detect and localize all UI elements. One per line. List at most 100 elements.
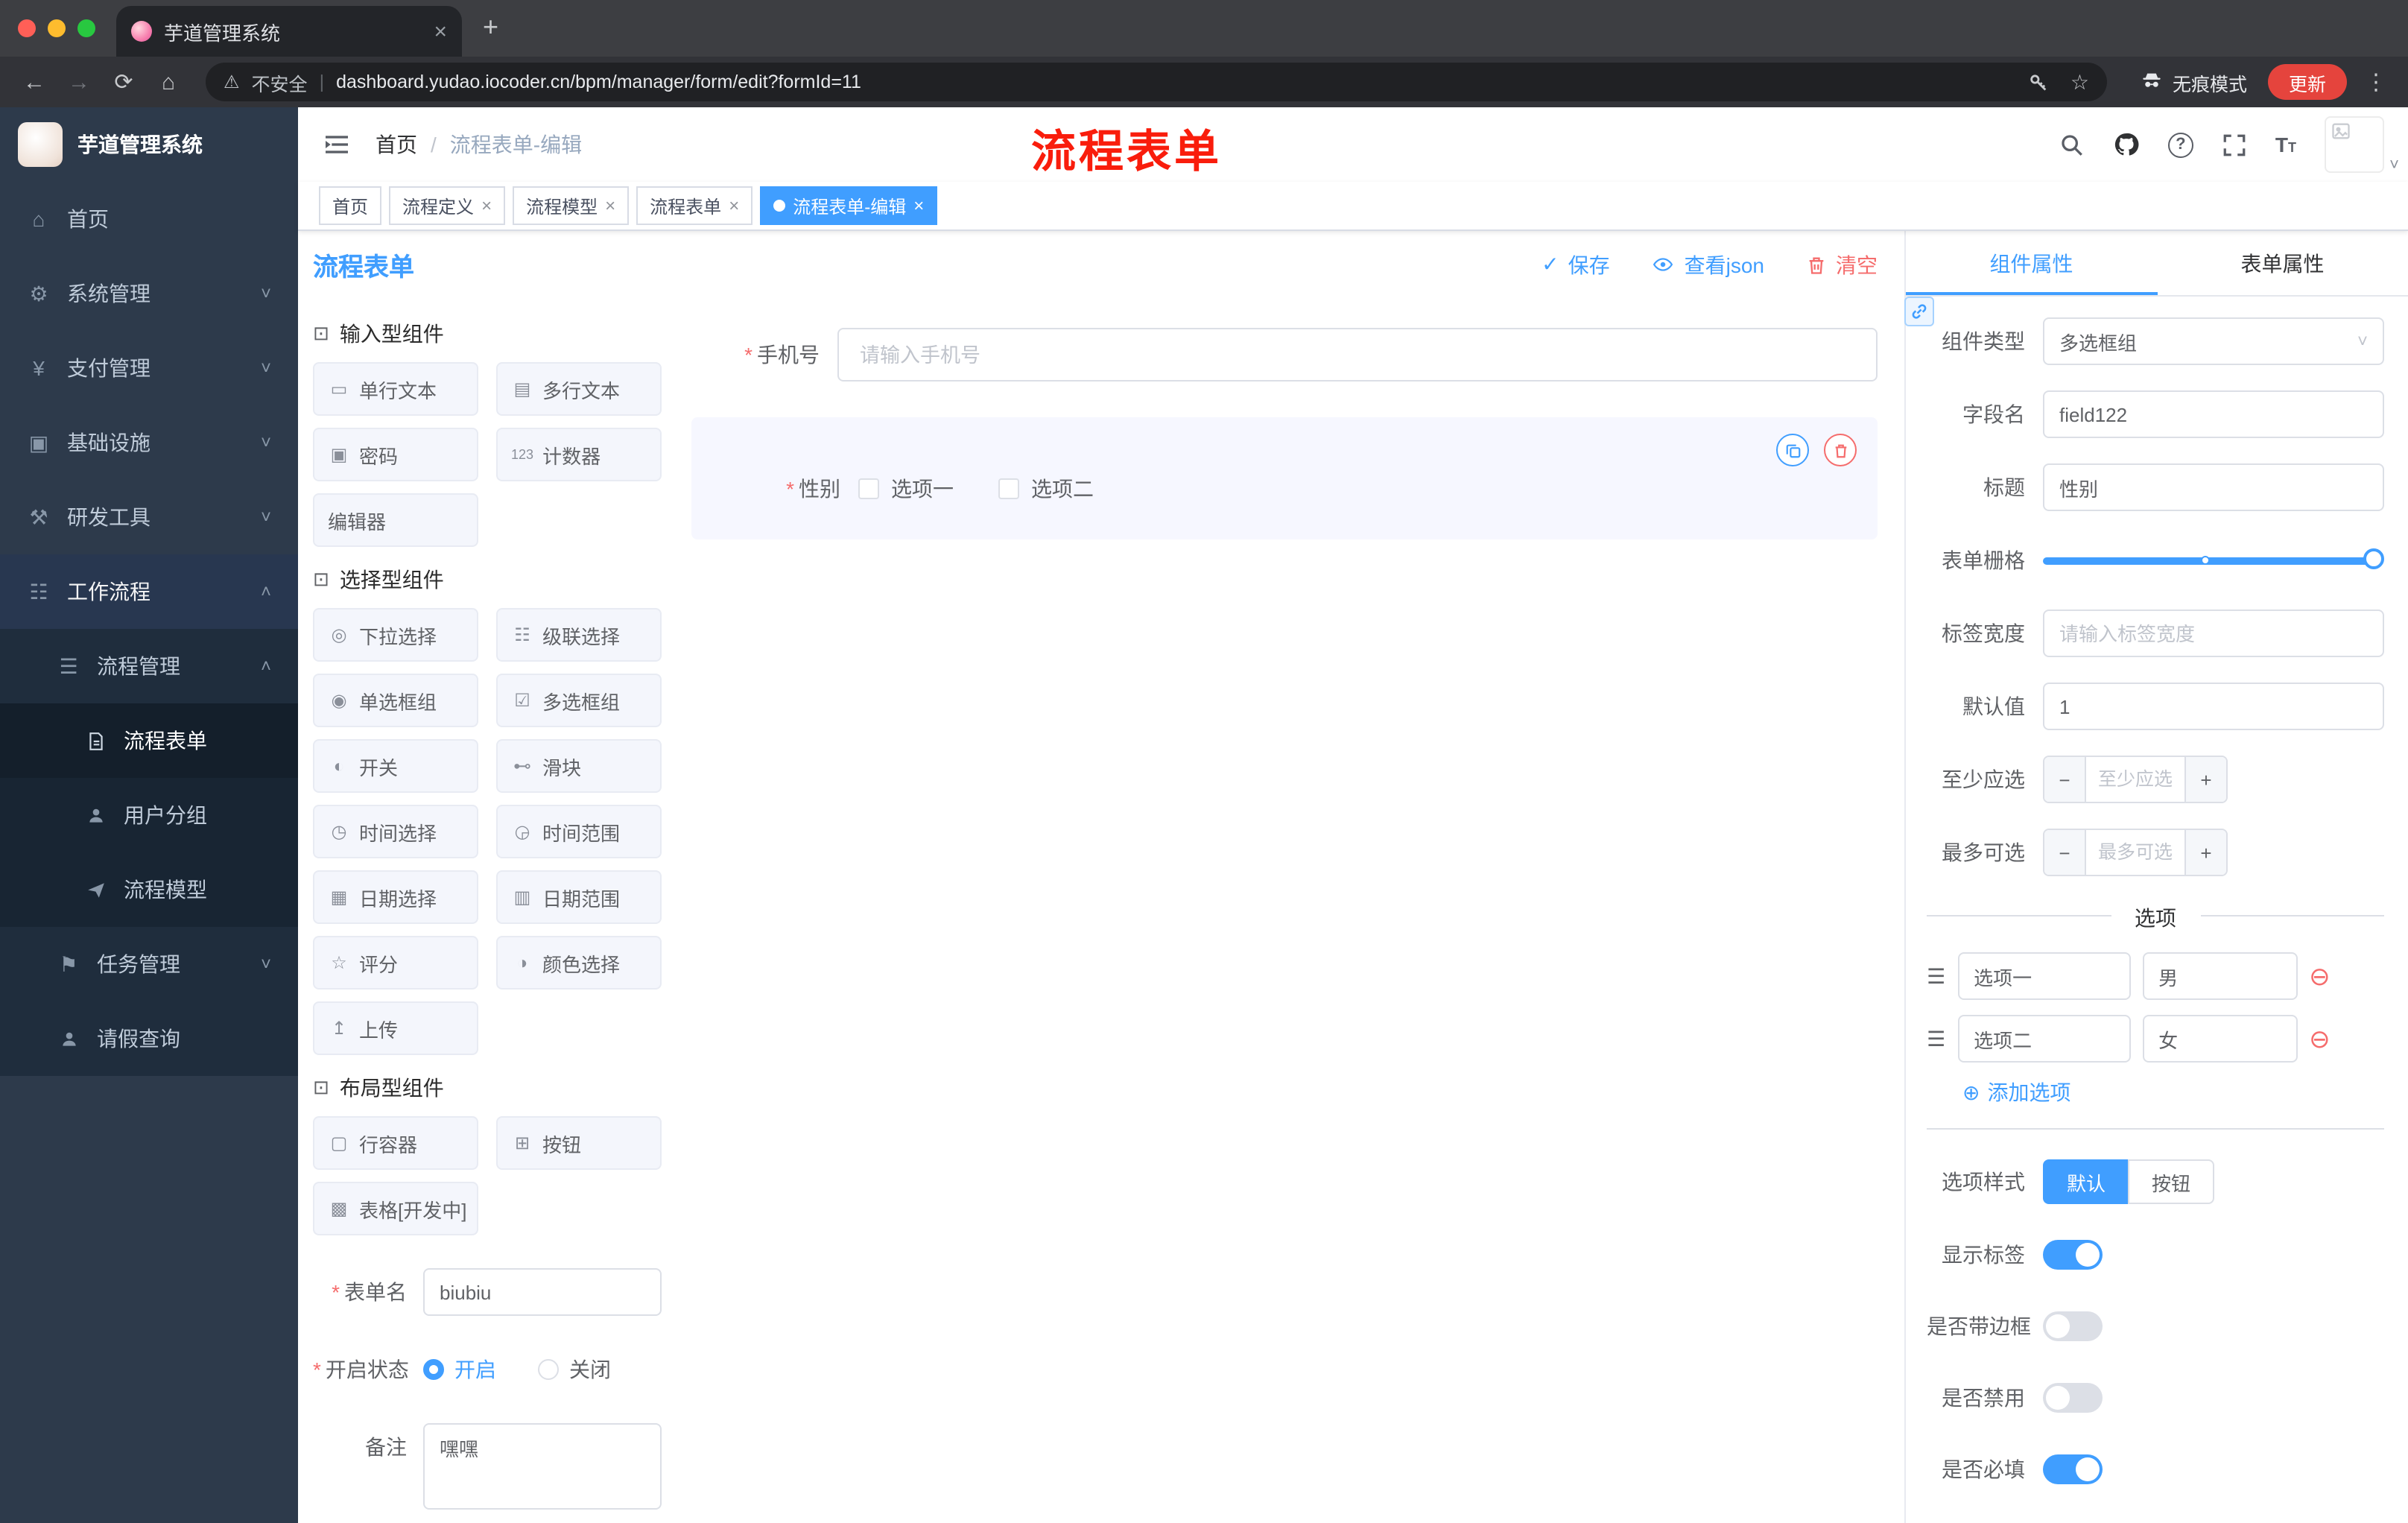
tag-close-icon[interactable]: × — [605, 195, 615, 216]
component-time-picker[interactable]: ◷ 时间选择 — [313, 805, 478, 858]
disabled-switch[interactable] — [2043, 1383, 2103, 1413]
component-counter[interactable]: 123 计数器 — [496, 428, 662, 481]
sidebar-item-home[interactable]: ⌂ 首页 — [0, 182, 298, 256]
tag-home[interactable]: 首页 — [319, 186, 382, 225]
component-single-text[interactable]: ▭ 单行文本 — [313, 362, 478, 416]
help-icon[interactable]: ? — [2167, 132, 2193, 157]
sidebar-item-infrastructure[interactable]: ▣ 基础设施 ˅ — [0, 405, 298, 480]
component-cascader[interactable]: ☷ 级联选择 — [496, 608, 662, 662]
avatar-caret-icon[interactable]: ˅ — [2389, 156, 2399, 174]
component-editor[interactable]: 编辑器 — [313, 493, 478, 547]
sidebar-item-task-manage[interactable]: ⚑ 任务管理 ˅ — [0, 927, 298, 1001]
required-switch[interactable] — [2043, 1454, 2103, 1484]
gender-option-1-checkbox[interactable]: 选项一 — [858, 474, 954, 504]
view-json-button[interactable]: 查看json — [1652, 250, 1764, 279]
component-password[interactable]: ▣ 密码 — [313, 428, 478, 481]
component-date-range[interactable]: ▥ 日期范围 — [496, 870, 662, 924]
max-select-input[interactable] — [2086, 830, 2184, 875]
component-checkbox-group[interactable]: ☑ 多选框组 — [496, 674, 662, 727]
delete-field-button[interactable] — [1824, 434, 1857, 466]
grid-slider[interactable] — [2043, 536, 2384, 584]
gender-option-2-checkbox[interactable]: 选项二 — [998, 474, 1094, 504]
component-table[interactable]: ▩ 表格[开发中] — [313, 1182, 478, 1235]
drag-handle-icon[interactable]: ☰ — [1927, 1026, 1945, 1051]
component-date-picker[interactable]: ▦ 日期选择 — [313, 870, 478, 924]
tab-close-icon[interactable]: × — [434, 19, 447, 44]
component-select[interactable]: ◎ 下拉选择 — [313, 608, 478, 662]
link-icon[interactable] — [1904, 297, 1934, 326]
tag-close-icon[interactable]: × — [481, 195, 492, 216]
sidebar-item-flow-manage[interactable]: ☰ 流程管理 ˄ — [0, 629, 298, 703]
clear-button[interactable]: 清空 — [1806, 250, 1878, 279]
status-off-radio[interactable]: 关闭 — [538, 1355, 611, 1384]
tab-form-props[interactable]: 表单属性 — [2157, 231, 2408, 295]
minimize-window-button[interactable] — [48, 19, 66, 37]
forward-icon[interactable]: → — [60, 69, 98, 95]
form-remark-textarea[interactable]: 嘿嘿 — [423, 1423, 662, 1510]
sidebar-item-payment[interactable]: ¥ 支付管理 ˅ — [0, 331, 298, 405]
fullscreen-icon[interactable] — [2222, 132, 2247, 157]
remove-option-icon[interactable]: ⊖ — [2309, 963, 2331, 989]
option-value-input[interactable] — [2142, 952, 2298, 1000]
sidebar-item-workflow[interactable]: ☷ 工作流程 ˄ — [0, 554, 298, 629]
font-size-icon[interactable]: TT — [2275, 133, 2296, 156]
component-upload[interactable]: ↥ 上传 — [313, 1001, 478, 1055]
zoom-window-button[interactable] — [77, 19, 95, 37]
component-color-picker[interactable]: ◑ 颜色选择 — [496, 936, 662, 990]
style-default-button[interactable]: 默认 — [2043, 1159, 2129, 1204]
sidebar-item-leave-query[interactable]: 请假查询 — [0, 1001, 298, 1076]
breadcrumb-home[interactable]: 首页 — [376, 130, 417, 159]
new-tab-button[interactable]: + — [483, 12, 498, 43]
component-switch[interactable]: ◐ 开关 — [313, 739, 478, 793]
sidebar-item-user-group[interactable]: 用户分组 — [0, 778, 298, 852]
close-window-button[interactable] — [18, 19, 36, 37]
component-rate[interactable]: ☆ 评分 — [313, 936, 478, 990]
component-time-range[interactable]: ◶ 时间范围 — [496, 805, 662, 858]
stepper-minus-button[interactable]: − — [2044, 830, 2086, 875]
form-name-input[interactable] — [423, 1268, 662, 1316]
browser-menu-icon[interactable]: ⋮ — [2365, 69, 2387, 95]
default-value-input[interactable] — [2043, 683, 2384, 730]
sidebar-item-flow-model[interactable]: 流程模型 — [0, 852, 298, 927]
component-radio-group[interactable]: ◉ 单选框组 — [313, 674, 478, 727]
component-slider[interactable]: ⊷ 滑块 — [496, 739, 662, 793]
drag-handle-icon[interactable]: ☰ — [1927, 963, 1945, 989]
component-multi-text[interactable]: ▤ 多行文本 — [496, 362, 662, 416]
style-button-button[interactable]: 按钮 — [2128, 1159, 2215, 1204]
browser-update-button[interactable]: 更新 — [2267, 64, 2347, 100]
password-key-icon[interactable] — [2029, 72, 2050, 92]
browser-tab[interactable]: 芋道管理系统 × — [116, 6, 462, 57]
home-icon[interactable]: ⌂ — [149, 69, 188, 95]
phone-field[interactable]: * 手机号 — [691, 328, 1878, 381]
avatar[interactable]: ˅ — [2325, 116, 2399, 174]
tag-close-icon[interactable]: × — [913, 195, 924, 216]
tab-component-props[interactable]: 组件属性 — [1906, 231, 2157, 295]
tag-flow-form-edit[interactable]: 流程表单-编辑 × — [760, 186, 938, 225]
sidebar-item-devtools[interactable]: ⚒ 研发工具 ˅ — [0, 480, 298, 554]
stepper-minus-button[interactable]: − — [2044, 757, 2086, 802]
field-name-input[interactable] — [2043, 390, 2384, 438]
github-icon[interactable] — [2113, 131, 2140, 158]
save-button[interactable]: ✓ 保存 — [1542, 250, 1609, 279]
status-on-radio[interactable]: 开启 — [423, 1355, 496, 1384]
copy-field-button[interactable] — [1776, 434, 1809, 466]
stepper-plus-button[interactable]: + — [2184, 830, 2226, 875]
component-type-select[interactable]: 多选框组 ˅ — [2043, 317, 2384, 365]
reload-icon[interactable]: ⟳ — [104, 69, 143, 95]
sidebar-collapse-icon[interactable] — [322, 130, 352, 159]
sidebar-item-flow-form[interactable]: 流程表单 — [0, 703, 298, 778]
component-button[interactable]: ⊞ 按钮 — [496, 1116, 662, 1170]
bookmark-star-icon[interactable]: ☆ — [2070, 69, 2089, 95]
remove-option-icon[interactable]: ⊖ — [2309, 1026, 2331, 1051]
tag-flow-form[interactable]: 流程表单 × — [636, 186, 753, 225]
min-select-input[interactable] — [2086, 757, 2184, 802]
phone-input[interactable] — [837, 328, 1878, 381]
option-label-input[interactable] — [1957, 952, 2131, 1000]
add-option-button[interactable]: ⊕ 添加选项 — [1962, 1077, 2384, 1107]
border-switch[interactable] — [2043, 1311, 2103, 1341]
show-label-switch[interactable] — [2043, 1240, 2103, 1270]
address-bar[interactable]: ⚠ 不安全 | dashboard.yudao.iocoder.cn/bpm/m… — [206, 63, 2107, 101]
sidebar-item-system[interactable]: ⚙ 系统管理 ˅ — [0, 256, 298, 331]
option-label-input[interactable] — [1957, 1015, 2131, 1063]
back-icon[interactable]: ← — [15, 69, 54, 95]
